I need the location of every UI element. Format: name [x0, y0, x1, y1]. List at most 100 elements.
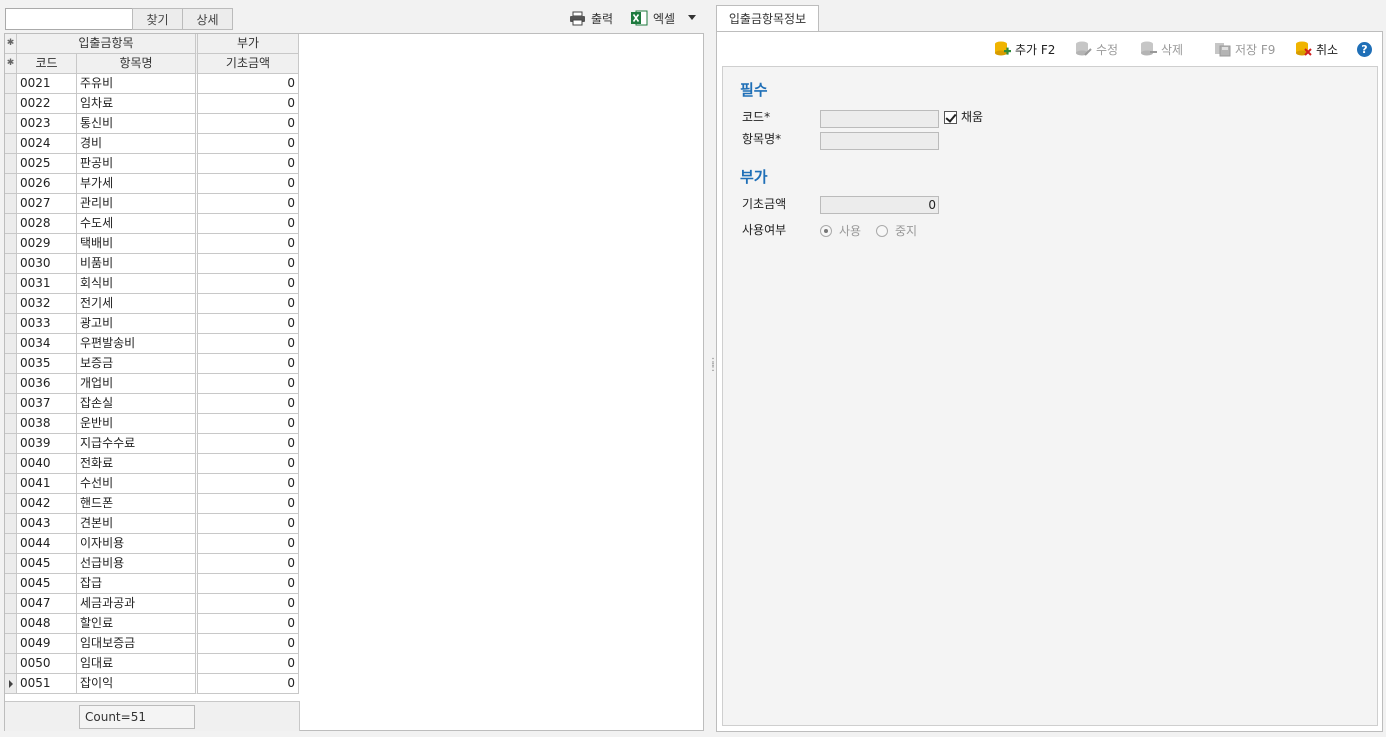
row-indicator[interactable] — [5, 314, 17, 334]
cell-name[interactable]: 관리비 — [77, 194, 198, 214]
save-button[interactable]: 저장 F9 — [1214, 40, 1275, 58]
cell-name[interactable]: 임대보증금 — [77, 634, 198, 654]
cell-code[interactable]: 0023 — [17, 114, 77, 134]
cell-code[interactable]: 0045 — [17, 554, 77, 574]
row-indicator[interactable] — [5, 374, 17, 394]
cell-amount[interactable]: 0 — [198, 354, 299, 374]
table-row[interactable]: 0051 잡이익 0 — [5, 674, 300, 694]
table-row[interactable]: 0045 선급비용 0 — [5, 554, 300, 574]
row-indicator[interactable] — [5, 534, 17, 554]
row-indicator[interactable] — [5, 194, 17, 214]
cell-amount[interactable]: 0 — [198, 554, 299, 574]
table-row[interactable]: 0041 수선비 0 — [5, 474, 300, 494]
cell-amount[interactable]: 0 — [198, 234, 299, 254]
cell-amount[interactable]: 0 — [198, 594, 299, 614]
print-button[interactable]: 출력 — [569, 8, 613, 28]
row-indicator[interactable] — [5, 574, 17, 594]
cell-amount[interactable]: 0 — [198, 494, 299, 514]
col-amount-header[interactable]: 기초금액 — [198, 54, 299, 74]
cell-name[interactable]: 주유비 — [77, 74, 198, 94]
table-row[interactable]: 0044 이자비용 0 — [5, 534, 300, 554]
cell-code[interactable]: 0031 — [17, 274, 77, 294]
cell-amount[interactable]: 0 — [198, 334, 299, 354]
cell-code[interactable]: 0027 — [17, 194, 77, 214]
cell-amount[interactable]: 0 — [198, 154, 299, 174]
cell-amount[interactable]: 0 — [198, 134, 299, 154]
cell-code[interactable]: 0049 — [17, 634, 77, 654]
code-field[interactable] — [820, 110, 939, 128]
table-row[interactable]: 0025 판공비 0 — [5, 154, 300, 174]
cell-code[interactable]: 0039 — [17, 434, 77, 454]
row-indicator[interactable] — [5, 474, 17, 494]
cell-name[interactable]: 전기세 — [77, 294, 198, 314]
row-indicator[interactable] — [5, 154, 17, 174]
table-row[interactable]: 0040 전화료 0 — [5, 454, 300, 474]
cell-name[interactable]: 임차료 — [77, 94, 198, 114]
row-indicator[interactable] — [5, 234, 17, 254]
cell-code[interactable]: 0034 — [17, 334, 77, 354]
table-row[interactable]: 0027 관리비 0 — [5, 194, 300, 214]
row-indicator[interactable] — [5, 434, 17, 454]
row-indicator[interactable] — [5, 334, 17, 354]
table-row[interactable]: 0039 지급수수료 0 — [5, 434, 300, 454]
row-indicator[interactable] — [5, 274, 17, 294]
name-field[interactable] — [820, 132, 939, 150]
row-indicator[interactable] — [5, 654, 17, 674]
cell-amount[interactable]: 0 — [198, 394, 299, 414]
table-row[interactable]: 0035 보증금 0 — [5, 354, 300, 374]
cell-name[interactable]: 이자비용 — [77, 534, 198, 554]
table-row[interactable]: 0022 임차료 0 — [5, 94, 300, 114]
cell-code[interactable]: 0025 — [17, 154, 77, 174]
row-indicator[interactable] — [5, 394, 17, 414]
table-row[interactable]: 0047 세금과공과 0 — [5, 594, 300, 614]
cell-amount[interactable]: 0 — [198, 174, 299, 194]
help-button[interactable]: ? — [1357, 40, 1372, 58]
cell-code[interactable]: 0029 — [17, 234, 77, 254]
cell-amount[interactable]: 0 — [198, 74, 299, 94]
find-button[interactable]: 찾기 — [132, 8, 183, 30]
cell-amount[interactable]: 0 — [198, 534, 299, 554]
delete-button[interactable]: 삭제 — [1140, 40, 1183, 58]
table-row[interactable]: 0038 운반비 0 — [5, 414, 300, 434]
cell-amount[interactable]: 0 — [198, 574, 299, 594]
cell-name[interactable]: 전화료 — [77, 454, 198, 474]
cell-name[interactable]: 임대료 — [77, 654, 198, 674]
table-row[interactable]: 0045 잡급 0 — [5, 574, 300, 594]
cell-name[interactable]: 견본비 — [77, 514, 198, 534]
cell-code[interactable]: 0038 — [17, 414, 77, 434]
cell-amount[interactable]: 0 — [198, 674, 299, 694]
cell-amount[interactable]: 0 — [198, 634, 299, 654]
cell-amount[interactable]: 0 — [198, 514, 299, 534]
cell-code[interactable]: 0047 — [17, 594, 77, 614]
tab-item-info[interactable]: 입출금항목정보 — [716, 5, 819, 32]
col-name-header[interactable]: 항목명 — [77, 54, 198, 74]
cell-name[interactable]: 선급비용 — [77, 554, 198, 574]
row-indicator[interactable] — [5, 174, 17, 194]
cell-amount[interactable]: 0 — [198, 294, 299, 314]
cell-name[interactable]: 운반비 — [77, 414, 198, 434]
cell-name[interactable]: 우편발송비 — [77, 334, 198, 354]
cell-code[interactable]: 0041 — [17, 474, 77, 494]
cell-code[interactable]: 0033 — [17, 314, 77, 334]
excel-dropdown-chevron-down-icon[interactable] — [688, 15, 696, 20]
cell-name[interactable]: 핸드폰 — [77, 494, 198, 514]
table-row[interactable]: 0021 주유비 0 — [5, 74, 300, 94]
row-indicator[interactable] — [5, 134, 17, 154]
cell-name[interactable]: 판공비 — [77, 154, 198, 174]
cell-amount[interactable]: 0 — [198, 414, 299, 434]
row-indicator[interactable] — [5, 414, 17, 434]
cell-code[interactable]: 0022 — [17, 94, 77, 114]
cell-code[interactable]: 0024 — [17, 134, 77, 154]
cell-code[interactable]: 0043 — [17, 514, 77, 534]
row-indicator[interactable] — [5, 494, 17, 514]
cell-code[interactable]: 0050 — [17, 654, 77, 674]
use-radio[interactable] — [820, 225, 832, 237]
row-indicator[interactable] — [5, 114, 17, 134]
cell-name[interactable]: 광고비 — [77, 314, 198, 334]
cell-code[interactable]: 0037 — [17, 394, 77, 414]
table-row[interactable]: 0050 임대료 0 — [5, 654, 300, 674]
row-indicator[interactable] — [5, 354, 17, 374]
table-row[interactable]: 0024 경비 0 — [5, 134, 300, 154]
row-indicator[interactable] — [5, 94, 17, 114]
table-row[interactable]: 0031 회식비 0 — [5, 274, 300, 294]
